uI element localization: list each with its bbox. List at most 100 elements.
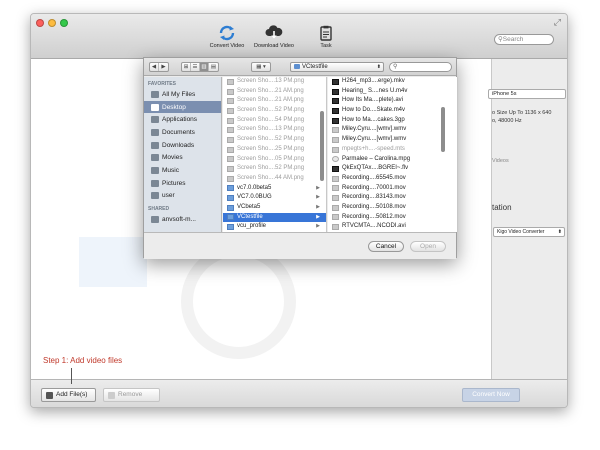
sidebar-item-label: Documents (162, 128, 195, 136)
file-name: Recording....65545.mov (342, 174, 406, 181)
file-row[interactable]: How to Ma....cakes.3gp (328, 116, 457, 126)
path-popup[interactable]: VCtestfile ⬍ (290, 62, 384, 72)
icon-view-button[interactable]: ⊞ (182, 63, 191, 71)
folder-icon (227, 185, 234, 192)
output-destination-select[interactable]: Kigo Video Converter ⬍ (493, 227, 565, 237)
file-row[interactable]: Miley.Cyru....[wmv].wmv (328, 125, 457, 135)
file-row[interactable]: QkExQTAx....BGREI~.flv (328, 164, 457, 174)
sidebar-item-movies[interactable]: Movies (144, 151, 221, 164)
profile-info-line-1: o Size Up To 1136 x 640 (492, 110, 552, 116)
minimize-window-button[interactable] (48, 19, 56, 27)
back-button[interactable]: ◀ (150, 63, 159, 71)
file-row[interactable]: Screen Sho....13 PM.png (223, 125, 326, 135)
task-label: Task (320, 43, 332, 49)
sidebar-item-desktop[interactable]: Desktop (144, 100, 221, 114)
download-video-button[interactable]: Download Video (244, 25, 304, 49)
file-row[interactable]: Screen Sho....44 AM.png (223, 174, 326, 184)
file-row[interactable]: Screen Sho....21 AM.png (223, 96, 326, 106)
add-files-button[interactable]: Add File(s) (41, 388, 96, 402)
applications-icon (151, 116, 159, 124)
sidebar-item-label: Music (162, 166, 179, 174)
file-row[interactable]: Recording....65545.mov (328, 174, 457, 184)
file-row[interactable]: Screen Sho....52 PM.png (223, 135, 326, 145)
folder-row[interactable]: VCbeta5 ▶ (223, 203, 326, 213)
cancel-button[interactable]: Cancel (368, 241, 404, 252)
search-input[interactable]: ⚲Search (494, 34, 554, 45)
file-row[interactable]: Parmalee – Carolina.mpg (328, 155, 457, 165)
browser-column-1[interactable]: Screen Sho....13 PM.png Screen Sho....21 … (223, 77, 327, 232)
arrange-icon: ▦ ▾ (256, 64, 266, 70)
file-row[interactable]: mpegts+h....-speed.mts (328, 145, 457, 155)
browser-column-2[interactable]: H264_mp3....erge).mkv Hearing_ S....nes U… (328, 77, 458, 232)
file-row[interactable]: Screen Sho....52 PM.png (223, 106, 326, 116)
home-icon (151, 192, 159, 200)
folder-icon (227, 224, 234, 231)
sidebar-item-label: anvsoft-m... (162, 216, 196, 224)
file-row[interactable]: Screen Sho....52 PM.png (223, 164, 326, 174)
sidebar-item-all-my-files[interactable]: All My Files (144, 88, 221, 101)
remove-button[interactable]: Remove (103, 388, 160, 402)
open-button[interactable]: Open (410, 241, 446, 252)
file-row[interactable]: Recording....50812.mov (328, 213, 457, 223)
sidebar-item-downloads[interactable]: Downloads (144, 139, 221, 152)
file-row[interactable]: Screen Sho....25 PM.png (223, 145, 326, 155)
all-files-icon (151, 90, 159, 98)
popup-arrows-icon: ⬍ (376, 64, 381, 70)
file-icon (332, 195, 339, 202)
file-row[interactable]: Recording....70001.mov (328, 184, 457, 194)
file-row[interactable]: Screen Sho....13 PM.png (223, 77, 326, 87)
column-view-button[interactable]: ▥ (200, 63, 209, 71)
file-row[interactable]: RTVCMTA....NCODI.avi (328, 222, 457, 232)
folder-row[interactable]: vc7.0.0beta5 ▶ (223, 184, 326, 194)
file-row[interactable]: Screen Sho....05 PM.png (223, 155, 326, 165)
arrange-button[interactable]: ▦ ▾ (251, 62, 271, 72)
video-file-icon (332, 88, 339, 95)
folder-row[interactable]: VC7.0.0BUG ▶ (223, 193, 326, 203)
folder-row[interactable]: vcu_profile ▶ (223, 222, 326, 232)
sidebar-item-pictures[interactable]: Pictures (144, 177, 221, 190)
file-row[interactable]: Miley.Cyru....[wmv].wmv (328, 135, 457, 145)
file-icon (332, 175, 339, 182)
file-row[interactable]: H264_mp3....erge).mkv (328, 77, 457, 87)
sidebar-item-anvsoft-m[interactable]: anvsoft-m... (144, 213, 221, 226)
file-name: How to Ma....cakes.3gp (342, 116, 405, 123)
sidebar-item-documents[interactable]: Documents (144, 126, 221, 139)
close-window-button[interactable] (36, 19, 44, 27)
column-1-scrollbar[interactable] (320, 111, 324, 181)
file-name: Screen Sho....05 PM.png (237, 155, 305, 162)
dialog-search-input[interactable]: ⚲ (389, 62, 452, 72)
list-view-button[interactable]: ☰ (191, 63, 200, 71)
sidebar-item-applications[interactable]: Applications (144, 113, 221, 126)
file-row[interactable]: Screen Sho....21 AM.png (223, 87, 326, 97)
column-2-scrollbar[interactable] (441, 107, 445, 152)
forward-button[interactable]: ▶ (159, 63, 168, 71)
watermark-circle (181, 244, 296, 359)
dialog-search-icon: ⚲ (393, 64, 398, 70)
zoom-window-button[interactable] (60, 19, 68, 27)
file-name: VCtestfile (237, 213, 263, 220)
file-row[interactable]: How Its Ma....plete).avi (328, 96, 457, 106)
sidebar-item-user[interactable]: user (144, 190, 221, 203)
sidebar-item-music[interactable]: Music (144, 164, 221, 177)
file-icon (332, 127, 339, 134)
file-row[interactable]: How to Do....Skate.m4v (328, 106, 457, 116)
task-button[interactable]: Task (296, 25, 356, 49)
file-icon (332, 146, 339, 153)
music-icon (151, 166, 159, 174)
drop-zone-highlight (79, 237, 147, 287)
current-folder-label: VCtestfile (302, 64, 328, 70)
file-icon (227, 107, 234, 114)
file-icon (227, 78, 234, 85)
file-row[interactable]: Recording....50108.mov (328, 203, 457, 213)
file-row[interactable]: Hearing_ S....nes U.m4v (328, 87, 457, 97)
device-profile-field[interactable]: iPhone 5s (488, 89, 566, 99)
coverflow-view-button[interactable]: ▤ (209, 63, 218, 71)
fullscreen-icon[interactable]: ⤢ (554, 17, 561, 28)
file-row[interactable]: Screen Sho....54 PM.png (223, 116, 326, 126)
clipboard-icon (320, 25, 332, 41)
folder-row[interactable]: VCtestfile ▶ (223, 212, 326, 223)
sidebar-item-label: All My Files (162, 90, 196, 98)
file-name: Screen Sho....52 PM.png (237, 165, 305, 172)
file-row[interactable]: Recording....83143.mov (328, 193, 457, 203)
convert-now-button[interactable]: Convert Now (462, 388, 520, 402)
